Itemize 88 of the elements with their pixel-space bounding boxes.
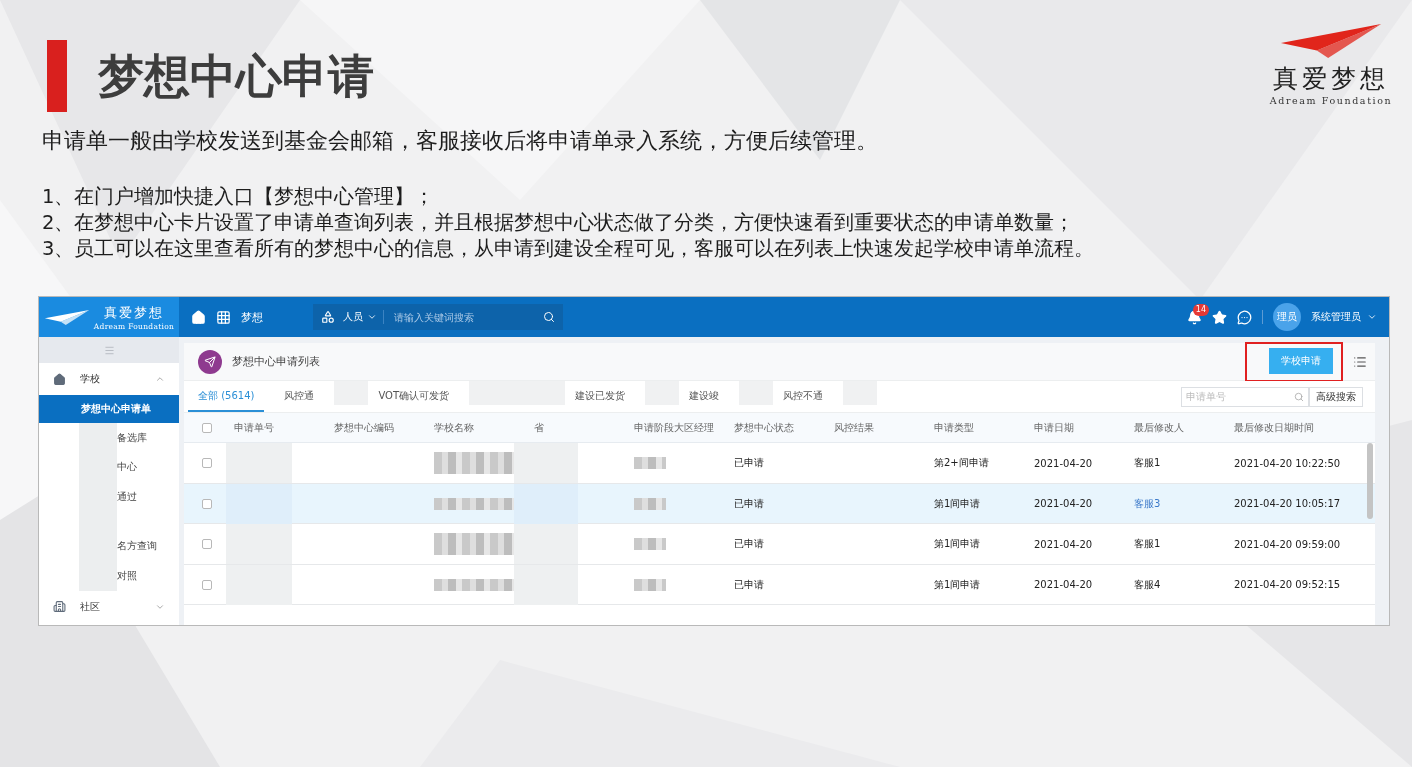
table-cell-text: 客服4 bbox=[1133, 577, 1162, 592]
advanced-search-button[interactable]: 高级搜索 bbox=[1309, 386, 1363, 407]
title-bar-accent bbox=[47, 40, 67, 112]
column-header: 省 bbox=[533, 420, 545, 435]
pixelated-redaction bbox=[226, 524, 292, 564]
table-row[interactable]: 已申请 第1间申请 2021-04-20 客服3 2021-04-20 10:05:17 bbox=[184, 483, 1375, 524]
logo-name: 真爱梦想 bbox=[1273, 63, 1389, 95]
caret-icon bbox=[155, 374, 165, 384]
chat-icon[interactable] bbox=[1237, 309, 1252, 325]
star-icon[interactable] bbox=[1212, 309, 1227, 325]
table-cell-text: 已申请 bbox=[733, 496, 765, 511]
filter-tab[interactable]: 风控不通 bbox=[773, 381, 834, 412]
bullet-point: 1、在门户增加快捷入口【梦想中心管理】； bbox=[42, 184, 436, 210]
paper-plane-logo bbox=[43, 308, 90, 326]
caret-icon bbox=[1367, 312, 1377, 322]
sidebar-item[interactable]: 梦想中心申请单 bbox=[39, 395, 179, 423]
notification-badge: 14 bbox=[1192, 303, 1209, 316]
column-header: 最后修改人 bbox=[1133, 420, 1185, 435]
checkbox[interactable] bbox=[202, 579, 212, 590]
building-icon bbox=[53, 600, 66, 613]
column-header: 申请单号 bbox=[233, 420, 275, 435]
intro-text: 申请单一般由学校发送到基金会邮箱，客服接收后将申请单录入系统，方便后续管理。 bbox=[42, 127, 879, 155]
table-cell-text: 第1间申请 bbox=[933, 537, 982, 551]
table-cell-text: 2021-04-20 bbox=[1033, 579, 1094, 590]
table-cell-text: 2021-04-20 09:59:00 bbox=[1233, 538, 1342, 550]
table-cell-text: 已申请 bbox=[733, 577, 765, 592]
slide-title: 梦想中心申请 bbox=[98, 48, 374, 105]
pixelated-redaction bbox=[634, 457, 666, 469]
home-icon[interactable] bbox=[191, 309, 206, 325]
checkbox[interactable] bbox=[202, 458, 212, 468]
column-header: 梦想中心编码 bbox=[333, 420, 395, 435]
checkbox[interactable] bbox=[202, 422, 212, 433]
column-header: 申请阶段大区经理 bbox=[633, 420, 715, 435]
search-scope-dropdown[interactable]: 人员 bbox=[343, 310, 384, 324]
grid-icon[interactable] bbox=[216, 309, 231, 325]
scrollbar[interactable] bbox=[1367, 443, 1373, 519]
shapes-icon[interactable] bbox=[321, 310, 335, 324]
table-cell-text: 客服1 bbox=[1133, 456, 1162, 470]
table-row[interactable]: 已申请 第1间申请 2021-04-20 客服1 2021-04-20 09:59:00 bbox=[184, 524, 1375, 565]
table-cell-text: 2021-04-20 10:05:17 bbox=[1233, 498, 1342, 509]
search-field[interactable]: 请输入关键词搜索 bbox=[392, 310, 535, 324]
sidebar-toggle[interactable] bbox=[39, 337, 179, 363]
bullet-point: 3、员工可以在这里查看所有的梦想中心的信息，从申请到建设全程可见，客服可以在列表上快速发起学校申请单流程。 bbox=[42, 236, 1096, 262]
caret-icon bbox=[367, 312, 377, 322]
global-search[interactable]: 人员 请输入关键词搜索 bbox=[313, 304, 563, 330]
logo-name: 真爱梦想 bbox=[104, 303, 164, 322]
search-icon[interactable] bbox=[543, 311, 555, 323]
pixelated-redaction bbox=[634, 578, 666, 591]
pixelated-redaction bbox=[634, 538, 666, 550]
list-icon[interactable] bbox=[1353, 354, 1367, 369]
page-title: 梦想中心申请列表 bbox=[232, 354, 320, 369]
table-row[interactable]: 已申请 第2+间申请 2021-04-20 客服1 2021-04-20 10:22:50 bbox=[184, 443, 1375, 484]
filter-tab[interactable]: 风控通 bbox=[274, 381, 325, 412]
column-header: 申请日期 bbox=[1033, 420, 1075, 435]
column-header: 申请类型 bbox=[933, 420, 975, 435]
pixelated-redaction bbox=[226, 483, 292, 524]
search-icon bbox=[1294, 391, 1304, 402]
filter-tab[interactable]: VOT确认可发货 bbox=[368, 381, 460, 412]
table-cell-text: 第2+间申请 bbox=[933, 456, 990, 470]
table-cell-text: 第1间申请 bbox=[933, 577, 982, 592]
table-row[interactable]: 已申请 第1间申请 2021-04-20 客服4 2021-04-20 09:52:15 bbox=[184, 564, 1375, 605]
table-cell-text: 2021-04-20 bbox=[1033, 498, 1094, 509]
table-cell-text: 2021-04-20 bbox=[1033, 538, 1094, 550]
filter-tab[interactable]: 建设已发货 bbox=[565, 381, 636, 412]
home-icon bbox=[53, 372, 66, 386]
menu-icon bbox=[103, 344, 115, 356]
user-menu[interactable]: 系统管理员 bbox=[1311, 310, 1377, 324]
logo-tagline: Adream Foundation bbox=[1269, 95, 1393, 106]
checkbox[interactable] bbox=[202, 498, 212, 509]
column-header: 梦想中心状态 bbox=[733, 420, 795, 435]
table-cell-text: 已申请 bbox=[733, 456, 765, 470]
filter-tab[interactable]: 建设竣 bbox=[679, 381, 730, 412]
column-header: 学校名称 bbox=[433, 420, 475, 435]
pixelated-redaction bbox=[226, 564, 292, 605]
column-header: 最后修改日期时间 bbox=[1233, 420, 1315, 435]
module-name[interactable]: 梦想 bbox=[241, 309, 263, 325]
column-header: 风控结果 bbox=[833, 420, 875, 435]
checkbox[interactable] bbox=[202, 539, 212, 549]
paper-plane-icon bbox=[198, 349, 222, 374]
table-cell-text: 客服3 bbox=[1133, 496, 1162, 511]
table-cell-text: 2021-04-20 bbox=[1033, 457, 1094, 469]
table-cell-text: 第1间申请 bbox=[933, 496, 982, 511]
bullet-point: 2、在梦想中心卡片设置了申请单查询列表，并且根据梦想中心状态做了分类，方便快速看到重要状态的申请单数量； bbox=[42, 210, 1076, 236]
table-cell-text: 客服1 bbox=[1133, 537, 1162, 551]
table-cell-text: 已申请 bbox=[733, 537, 765, 551]
table-cell-text: 2021-04-20 10:22:50 bbox=[1233, 457, 1342, 469]
table-cell-text: 2021-04-20 09:52:15 bbox=[1233, 579, 1342, 590]
pixelated-redaction bbox=[634, 497, 666, 510]
